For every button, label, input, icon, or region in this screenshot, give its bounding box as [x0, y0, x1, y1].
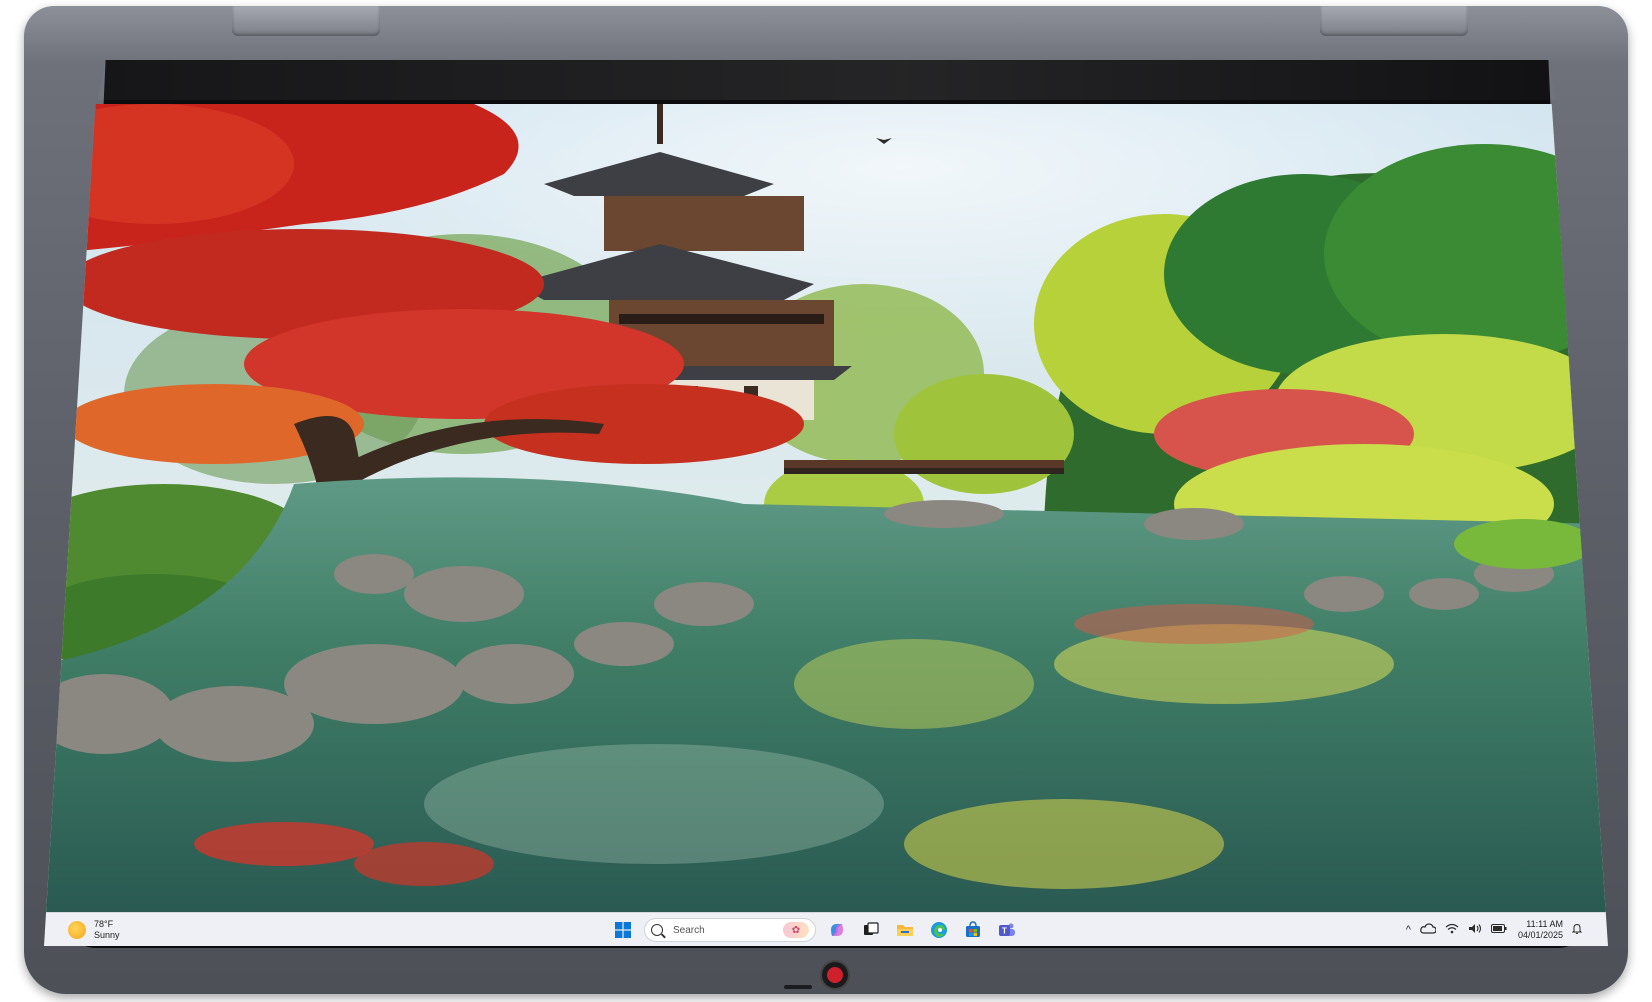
search-highlight-icon: ✿ [783, 922, 809, 938]
weather-temperature: 78°F [94, 919, 114, 929]
clock-date: 04/01/2025 [1517, 930, 1563, 940]
battery-icon[interactable] [1490, 924, 1507, 936]
hinge-left [232, 6, 380, 36]
camera-led [827, 967, 843, 983]
clock[interactable]: 11:11 AM 04/01/2025 [1518, 919, 1563, 941]
bezel-reflection [97, 60, 1557, 100]
search-box[interactable]: ✿ [644, 918, 816, 942]
volume-icon[interactable] [1468, 923, 1482, 937]
svg-text:T: T [1002, 927, 1007, 936]
weather-widget[interactable]: 78°F Sunny [68, 918, 120, 942]
search-icon [651, 924, 663, 936]
store-icon[interactable] [960, 917, 986, 943]
teams-icon[interactable]: T [994, 917, 1020, 943]
weather-condition: Sunny [94, 930, 120, 940]
taskbar-center: ✿ [610, 917, 1020, 943]
file-explorer-icon[interactable] [892, 917, 918, 943]
bell-icon[interactable] [1571, 923, 1583, 937]
windows-start-icon[interactable] [610, 917, 636, 943]
task-view-icon[interactable] [858, 917, 884, 943]
onedrive-icon[interactable] [1420, 923, 1437, 937]
hinge-right [1320, 6, 1468, 36]
copilot-icon[interactable] [824, 917, 850, 943]
bottom-slot [784, 985, 812, 989]
show-hidden-icons-chevron-icon[interactable]: ^ [1406, 924, 1411, 936]
wifi-icon[interactable] [1445, 923, 1459, 937]
search-input[interactable] [671, 923, 779, 937]
weather-text: 78°F Sunny [94, 919, 120, 941]
clock-time: 11:11 AM [1526, 919, 1563, 929]
desktop-wallpaper [44, 104, 1608, 912]
edge-icon[interactable] [926, 917, 952, 943]
sun-icon [68, 921, 86, 939]
taskbar: 78°F Sunny ✿ [44, 912, 1608, 946]
screen: 78°F Sunny ✿ [44, 104, 1608, 946]
system-tray: ^ 11:11 AM 04/01/2025 [1406, 917, 1583, 943]
